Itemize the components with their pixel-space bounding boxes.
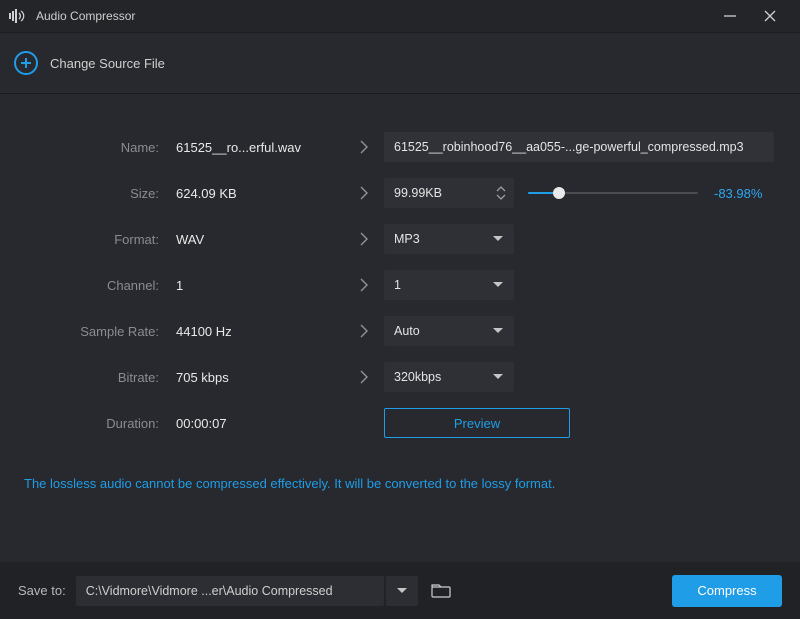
duration-label: Duration: (24, 416, 174, 431)
current-duration: 00:00:07 (174, 416, 344, 431)
current-channel: 1 (174, 278, 344, 293)
sample-rate-label: Sample Rate: (24, 324, 174, 339)
format-label: Format: (24, 232, 174, 247)
arrow-icon (344, 370, 384, 384)
current-sample-rate: 44100 Hz (174, 324, 344, 339)
channel-row: Channel: 1 1 (24, 262, 776, 308)
arrow-icon (344, 186, 384, 200)
arrow-icon (344, 232, 384, 246)
save-path-value: C:\Vidmore\Vidmore ...er\Audio Compresse… (86, 584, 333, 598)
sample-rate-value: Auto (394, 324, 492, 338)
open-folder-button[interactable] (426, 576, 456, 606)
current-format: WAV (174, 232, 344, 247)
channel-value: 1 (394, 278, 492, 292)
output-name-field[interactable]: 61525__robinhood76__aa055-...ge-powerful… (384, 132, 774, 162)
size-reduction-percent: -83.98% (714, 186, 762, 201)
arrow-icon (344, 140, 384, 154)
sample-rate-row: Sample Rate: 44100 Hz Auto (24, 308, 776, 354)
form: Name: 61525__ro...erful.wav 61525__robin… (0, 94, 800, 446)
window-title: Audio Compressor (36, 9, 135, 23)
chevron-down-icon (492, 235, 504, 243)
size-row: Size: 624.09 KB 99.99KB -83.98% (24, 170, 776, 216)
plus-icon (14, 51, 38, 75)
format-row: Format: WAV MP3 (24, 216, 776, 262)
arrow-icon (344, 278, 384, 292)
bitrate-row: Bitrate: 705 kbps 320kbps (24, 354, 776, 400)
format-select[interactable]: MP3 (384, 224, 514, 254)
save-to-label: Save to: (18, 583, 66, 598)
change-source-row[interactable]: Change Source File (0, 32, 800, 94)
output-size-spinner[interactable]: 99.99KB (384, 178, 514, 208)
bottombar: Save to: C:\Vidmore\Vidmore ...er\Audio … (0, 562, 800, 619)
save-path-field[interactable]: C:\Vidmore\Vidmore ...er\Audio Compresse… (76, 576, 384, 606)
bitrate-value: 320kbps (394, 370, 492, 384)
compress-label: Compress (697, 583, 756, 598)
slider-thumb[interactable] (553, 187, 565, 199)
output-name-value: 61525__robinhood76__aa055-...ge-powerful… (394, 140, 744, 154)
minimize-button[interactable] (710, 0, 750, 32)
output-size-value: 99.99KB (394, 186, 492, 200)
name-row: Name: 61525__ro...erful.wav 61525__robin… (24, 124, 776, 170)
chevron-down-icon (396, 587, 408, 595)
spinner-up-icon[interactable] (496, 186, 506, 192)
compress-button[interactable]: Compress (672, 575, 782, 607)
chevron-down-icon (492, 373, 504, 381)
name-label: Name: (24, 140, 174, 155)
chevron-down-icon (492, 281, 504, 289)
current-size: 624.09 KB (174, 186, 344, 201)
lossy-note: The lossless audio cannot be compressed … (0, 446, 800, 511)
save-path-dropdown[interactable] (386, 576, 418, 606)
format-value: MP3 (394, 232, 492, 246)
titlebar: Audio Compressor (0, 0, 800, 32)
sample-rate-select[interactable]: Auto (384, 316, 514, 346)
spinner-down-icon[interactable] (496, 194, 506, 200)
preview-button[interactable]: Preview (384, 408, 570, 438)
duration-row: Duration: 00:00:07 Preview (24, 400, 776, 446)
channel-label: Channel: (24, 278, 174, 293)
chevron-down-icon (492, 327, 504, 335)
current-name: 61525__ro...erful.wav (174, 140, 344, 155)
current-bitrate: 705 kbps (174, 370, 344, 385)
bitrate-label: Bitrate: (24, 370, 174, 385)
arrow-icon (344, 324, 384, 338)
channel-select[interactable]: 1 (384, 270, 514, 300)
change-source-label: Change Source File (50, 56, 165, 71)
preview-label: Preview (454, 416, 500, 431)
close-button[interactable] (750, 0, 790, 32)
size-slider[interactable] (528, 178, 698, 208)
app-icon (8, 6, 28, 26)
folder-icon (431, 584, 451, 598)
size-label: Size: (24, 186, 174, 201)
bitrate-select[interactable]: 320kbps (384, 362, 514, 392)
